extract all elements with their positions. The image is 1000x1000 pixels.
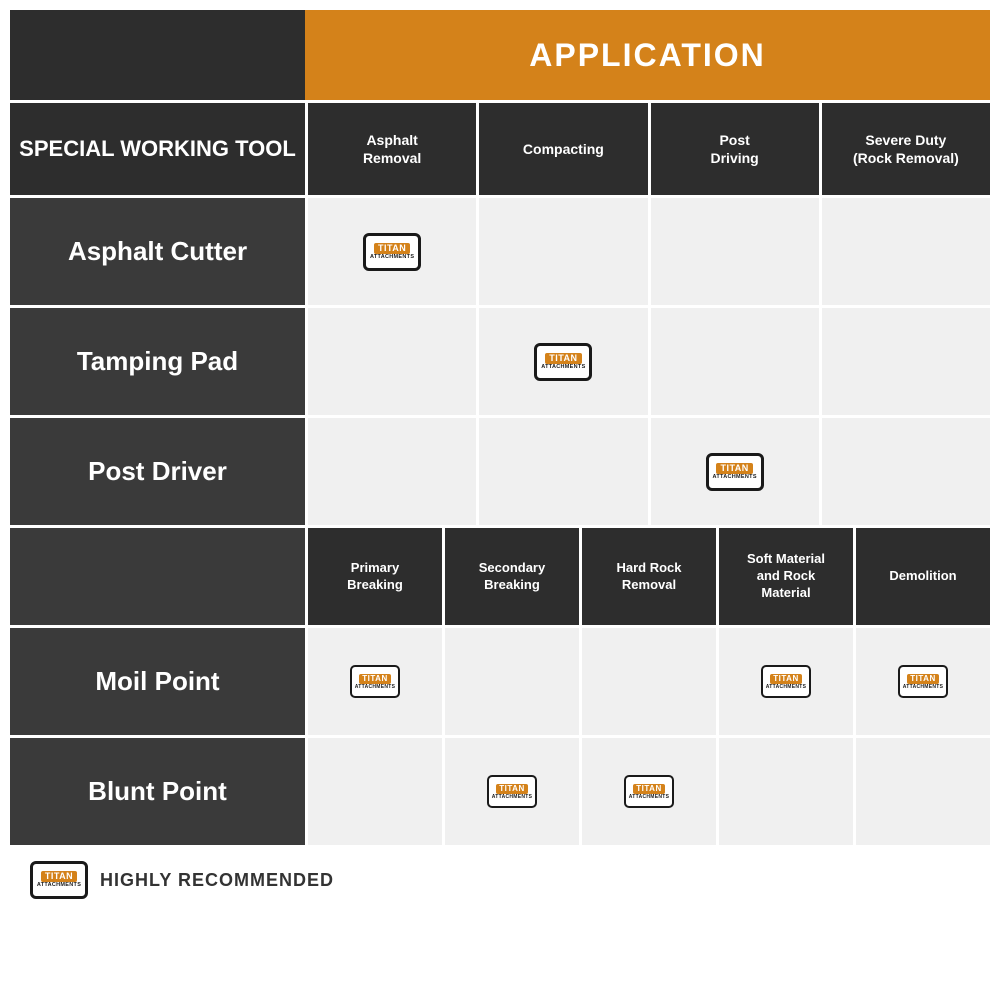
col-demolition: Demolition [853, 528, 990, 625]
row-asphalt-cutter: Asphalt Cutter TITAN ATTACHMENTS [10, 195, 990, 305]
titan-badge: TITAN ATTACHMENTS [706, 453, 764, 491]
cell-blunt-secondary-breaking: TITAN ATTACHMENTS [442, 738, 579, 845]
row-label-post-driver: Post Driver [10, 418, 305, 525]
titan-badge: TITAN ATTACHMENTS [487, 775, 537, 808]
col-soft-material: Soft Materialand RockMaterial [716, 528, 853, 625]
titan-badge: TITAN ATTACHMENTS [624, 775, 674, 808]
top-column-headers: AsphaltRemoval Compacting PostDriving Se… [305, 103, 990, 195]
row-label-moil-point: Moil Point [10, 628, 305, 735]
legend-row: TITAN ATTACHMENTS HIGHLY RECOMMENDED [10, 845, 990, 915]
application-header: APPLICATION [305, 10, 990, 100]
col-severe-duty: Severe Duty(Rock Removal) [819, 103, 990, 195]
titan-badge: TITAN ATTACHMENTS [898, 665, 948, 698]
bottom-column-headers: PrimaryBreaking SecondaryBreaking Hard R… [305, 528, 990, 625]
cell-asphalt-cutter-severe-duty [819, 198, 990, 305]
legend-label: HIGHLY RECOMMENDED [100, 870, 334, 891]
cell-tamping-pad-post-driving [648, 308, 819, 415]
cell-asphalt-cutter-post-driving [648, 198, 819, 305]
row-label-blunt-point: Blunt Point [10, 738, 305, 845]
row-moil-point: Moil Point TITAN ATTACHMENTS TITAN ATTAC… [10, 625, 990, 735]
col-hard-rock-removal: Hard RockRemoval [579, 528, 716, 625]
col-primary-breaking: PrimaryBreaking [305, 528, 442, 625]
cell-asphalt-cutter-asphalt-removal: TITAN ATTACHMENTS [305, 198, 476, 305]
col-secondary-breaking: SecondaryBreaking [442, 528, 579, 625]
cell-moil-secondary-breaking [442, 628, 579, 735]
cell-tamping-pad-compacting: TITAN ATTACHMENTS [476, 308, 647, 415]
titan-badge: TITAN ATTACHMENTS [350, 665, 400, 698]
cell-post-driver-post-driving: TITAN ATTACHMENTS [648, 418, 819, 525]
cell-post-driver-compacting [476, 418, 647, 525]
row-post-driver: Post Driver TITAN ATTACHMENTS [10, 415, 990, 525]
col-post-driving: PostDriving [648, 103, 819, 195]
cell-blunt-primary-breaking [305, 738, 442, 845]
titan-badge: TITAN ATTACHMENTS [363, 233, 421, 271]
cell-moil-hard-rock-removal [579, 628, 716, 735]
cell-moil-demolition: TITAN ATTACHMENTS [853, 628, 990, 735]
row-label-tamping-pad: Tamping Pad [10, 308, 305, 415]
titan-badge: TITAN ATTACHMENTS [761, 665, 811, 698]
titan-badge: TITAN ATTACHMENTS [534, 343, 592, 381]
row-blunt-point: Blunt Point TITAN ATTACHMENTS TITAN ATTA… [10, 735, 990, 845]
legend-titan-badge: TITAN ATTACHMENTS [30, 861, 88, 899]
cell-asphalt-cutter-compacting [476, 198, 647, 305]
cell-blunt-demolition [853, 738, 990, 845]
tool-header-blank [10, 10, 305, 100]
special-working-tool-label: SPECIAL WORKING TOOL [10, 103, 305, 195]
cell-tamping-pad-asphalt-removal [305, 308, 476, 415]
cell-post-driver-asphalt-removal [305, 418, 476, 525]
application-label: APPLICATION [529, 37, 766, 74]
cell-moil-soft-material: TITAN ATTACHMENTS [716, 628, 853, 735]
cell-tamping-pad-severe-duty [819, 308, 990, 415]
row-label-asphalt-cutter: Asphalt Cutter [10, 198, 305, 305]
cell-blunt-hard-rock-removal: TITAN ATTACHMENTS [579, 738, 716, 845]
cell-post-driver-severe-duty [819, 418, 990, 525]
cell-blunt-soft-material [716, 738, 853, 845]
sub2-blank [10, 528, 305, 625]
cell-moil-primary-breaking: TITAN ATTACHMENTS [305, 628, 442, 735]
col-compacting: Compacting [476, 103, 647, 195]
col-asphalt-removal: AsphaltRemoval [305, 103, 476, 195]
row-tamping-pad: Tamping Pad TITAN ATTACHMENTS [10, 305, 990, 415]
